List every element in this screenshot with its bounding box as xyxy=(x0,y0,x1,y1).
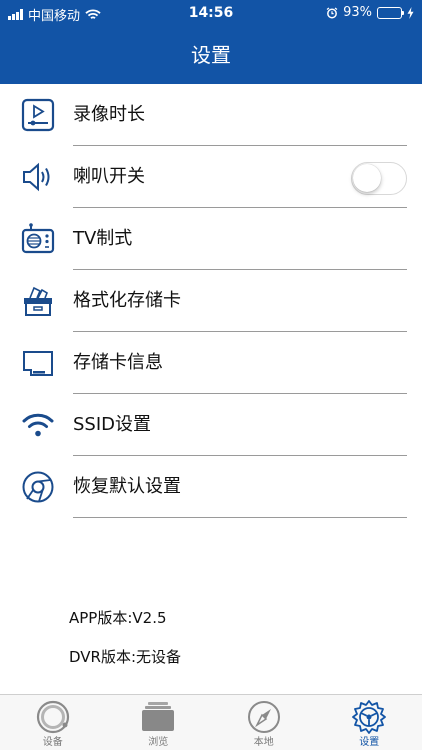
menu-item-label: 恢复默认设置 xyxy=(73,476,181,497)
speaker-toggle[interactable] xyxy=(351,162,407,195)
menu-item-label: 喇叭开关 xyxy=(73,166,145,187)
menu-item-label: TV制式 xyxy=(73,228,133,249)
battery-icon xyxy=(377,6,404,19)
menu-item-tv-format[interactable]: TV制式 xyxy=(0,208,422,270)
tab-browse[interactable]: 浏览 xyxy=(106,695,212,750)
app-version: APP版本:V2.5 xyxy=(69,609,167,627)
toggle-knob xyxy=(353,164,381,192)
menu-item-label: 录像时长 xyxy=(73,104,145,125)
menu-item-format-card[interactable]: 格式化存储卡 xyxy=(0,270,422,332)
menu-item-label: 格式化存储卡 xyxy=(73,290,181,311)
settings-list: 录像时长 喇叭开关 TV制式 格式化存储卡 存储卡信息 SSID设置 恢复默认设… xyxy=(0,84,422,518)
tab-label: 本地 xyxy=(253,737,274,748)
compass-icon xyxy=(247,701,280,733)
status-bar: 中国移动 14:56 93% xyxy=(0,0,422,26)
tab-local[interactable]: 本地 xyxy=(211,695,317,750)
dvr-version: DVR版本:无设备 xyxy=(69,648,182,666)
device-icon xyxy=(36,700,69,734)
status-right: 93% xyxy=(326,5,414,20)
tab-device[interactable]: 设备 xyxy=(0,695,106,750)
tab-settings[interactable]: 设置 xyxy=(317,695,422,750)
divider xyxy=(73,517,407,518)
menu-item-reset[interactable]: 恢复默认设置 xyxy=(0,456,422,518)
video-duration-icon xyxy=(21,98,55,132)
battery-percent: 93% xyxy=(343,5,372,20)
browse-icon xyxy=(142,702,175,731)
tab-label: 设备 xyxy=(42,737,63,748)
menu-item-speaker: 喇叭开关 xyxy=(0,146,422,208)
reset-icon xyxy=(22,471,54,503)
tab-label: 设置 xyxy=(359,737,380,748)
tv-icon xyxy=(21,223,55,254)
tab-bar: 设备 浏览 本地 设置 xyxy=(0,694,422,750)
speaker-icon xyxy=(23,162,50,192)
nav-bar: 设置 xyxy=(0,26,422,84)
menu-item-ssid[interactable]: SSID设置 xyxy=(0,394,422,456)
sd-card-icon xyxy=(23,351,53,376)
alarm-icon xyxy=(326,6,338,18)
charging-icon xyxy=(407,6,414,19)
menu-item-label: SSID设置 xyxy=(73,414,152,435)
settings-icon xyxy=(352,700,387,734)
tab-label: 浏览 xyxy=(148,737,169,748)
format-box-icon xyxy=(24,286,52,316)
menu-item-video-duration[interactable]: 录像时长 xyxy=(0,84,422,146)
menu-item-label: 存储卡信息 xyxy=(73,352,163,373)
menu-item-card-info[interactable]: 存储卡信息 xyxy=(0,332,422,394)
page-title: 设置 xyxy=(191,43,231,67)
wifi-icon xyxy=(22,413,54,437)
